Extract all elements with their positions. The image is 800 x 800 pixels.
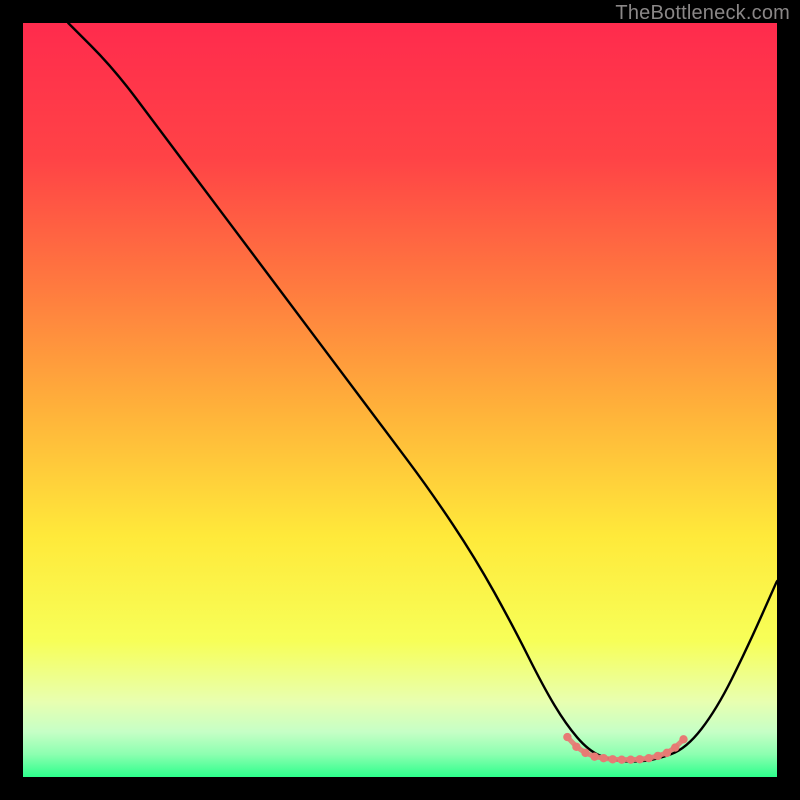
curve-layer xyxy=(23,23,777,777)
plot-area xyxy=(23,23,777,777)
bottleneck-curve xyxy=(68,23,777,761)
marker-points xyxy=(563,733,688,764)
attribution-text: TheBottleneck.com xyxy=(615,2,790,25)
chart-container: TheBottleneck.com xyxy=(0,0,800,800)
